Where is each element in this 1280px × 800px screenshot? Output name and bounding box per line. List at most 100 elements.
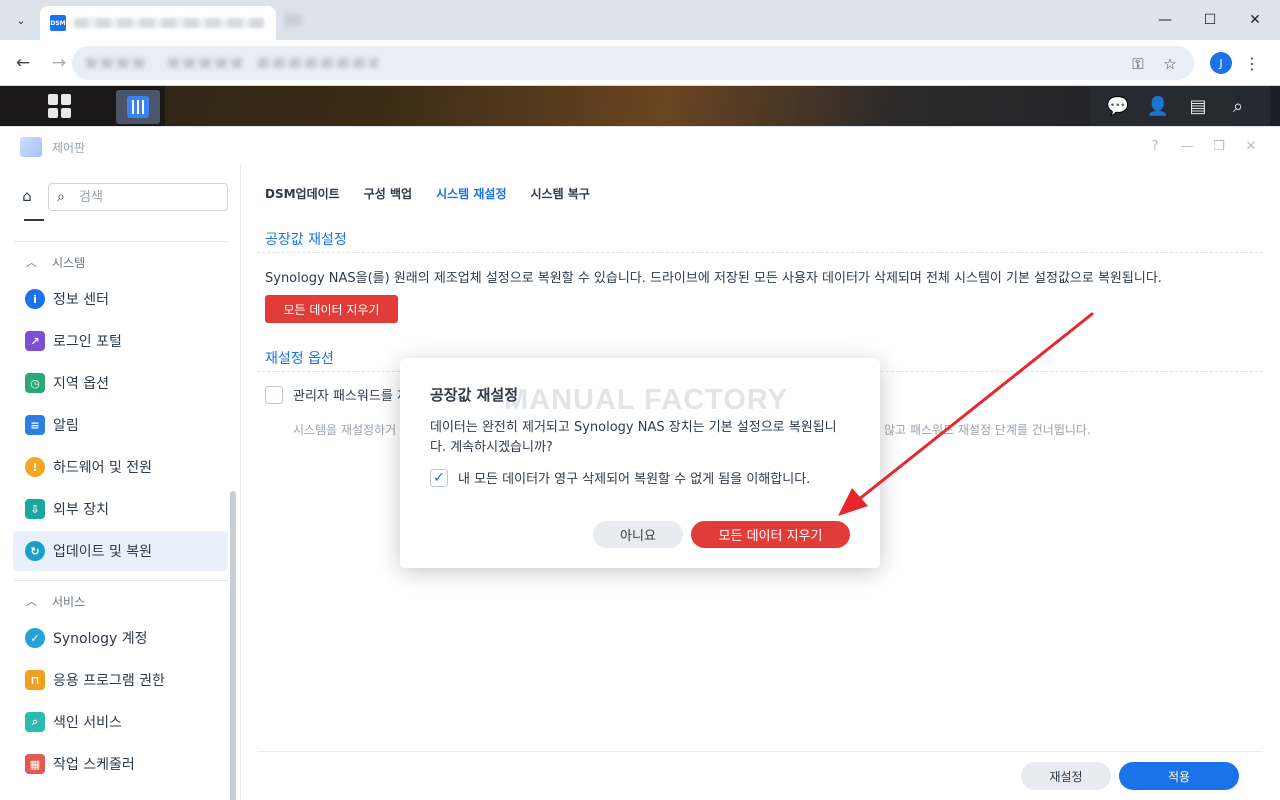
search-input[interactable]: [79, 188, 219, 206]
help-icon[interactable]: ?: [1146, 137, 1164, 155]
window-titlebar: 제어판 ? — ❐ ✕: [0, 127, 1280, 165]
main-menu-grid-icon[interactable]: [48, 94, 72, 118]
tab-system-reset[interactable]: 시스템 재설정: [436, 185, 506, 205]
section-title: 서비스: [52, 594, 86, 609]
menu-kebab-icon[interactable]: ⋮: [1244, 52, 1260, 74]
home-icon[interactable]: ⌂: [14, 183, 40, 209]
reset-password-checkbox[interactable]: [265, 385, 283, 404]
sidebar-scrollbar[interactable]: [230, 491, 236, 800]
control-panel-taskbar-button[interactable]: [116, 90, 160, 124]
calendar-icon: ▦: [25, 754, 45, 774]
notification-icon: ≡: [25, 415, 45, 435]
minimize-icon[interactable]: —: [1178, 137, 1196, 155]
checkmark-icon: ✓: [433, 469, 445, 486]
sidebar-item-app-privileges[interactable]: ⊓ 응용 프로그램 권한: [13, 660, 228, 700]
sidebar-item-label: 알림: [53, 418, 79, 434]
cancel-button[interactable]: 아니요: [593, 521, 683, 548]
confirm-understand-option[interactable]: ✓ 내 모든 데이터가 영구 삭제되어 복원할 수 없게 됨을 이해합니다.: [430, 468, 810, 487]
sidebar-item-label: 로그인 포털: [53, 334, 122, 350]
tab-search-button[interactable]: ⌄: [8, 8, 34, 32]
sidebar-item-region[interactable]: ◷ 지역 옵션: [13, 363, 228, 403]
divider: [14, 580, 228, 581]
chat-icon[interactable]: 💬: [1106, 94, 1130, 118]
info-icon: i: [25, 289, 45, 309]
sidebar-item-info-center[interactable]: i 정보 센터: [13, 279, 228, 319]
window-title: 제어판: [52, 141, 86, 155]
bookmark-star-icon[interactable]: ☆: [1160, 54, 1180, 74]
factory-reset-description: Synology NAS을(를) 원래의 제조업체 설정으로 복원할 수 있습니…: [265, 271, 1162, 286]
confirm-checkbox[interactable]: ✓: [430, 468, 448, 487]
back-arrow-icon[interactable]: ←: [10, 50, 36, 76]
search-icon: ⌕: [57, 189, 65, 205]
divider: [257, 252, 1263, 253]
sidebar-item-label: 작업 스케줄러: [53, 757, 135, 773]
divider: [14, 241, 228, 242]
maximize-icon[interactable]: ☐: [1195, 8, 1225, 32]
helper-text: 시스템을 재설정하거: [293, 423, 397, 437]
key-icon[interactable]: ⚿: [1128, 54, 1148, 74]
forward-arrow-icon[interactable]: →: [46, 50, 72, 76]
control-panel-icon: [20, 137, 42, 157]
sidebar-item-login-portal[interactable]: ↗ 로그인 포털: [13, 321, 228, 361]
bulb-icon: !: [25, 457, 45, 477]
sidebar-item-label: 지역 옵션: [53, 376, 109, 392]
chevron-up-icon: ︿: [26, 256, 37, 269]
new-tab-button[interactable]: [284, 14, 302, 26]
tab-system-recovery[interactable]: 시스템 복구: [530, 185, 589, 205]
sidebar-item-task-scheduler[interactable]: ▦ 작업 스케줄러: [13, 744, 228, 784]
section-header-services[interactable]: ︿ 서비스: [26, 591, 85, 611]
external-device-icon: ⇩: [25, 499, 45, 519]
tab-bar: DSM업데이트 구성 백업 시스템 재설정 시스템 복구: [265, 185, 614, 205]
dsm-favicon: DSM: [50, 15, 66, 31]
reset-options-title: 재설정 옵션: [265, 351, 334, 367]
sidebar-item-external-devices[interactable]: ⇩ 외부 장치: [13, 489, 228, 529]
index-icon: ⌕: [25, 712, 45, 732]
search-icon[interactable]: ⌕: [1226, 94, 1250, 118]
login-portal-icon: ↗: [25, 331, 45, 351]
tab-dsm-update[interactable]: DSM업데이트: [265, 185, 340, 205]
divider: [257, 751, 1263, 752]
close-icon[interactable]: ✕: [1240, 8, 1270, 32]
helper-text: 않고 패스워드 재설정 단계를 건너뜁니다.: [884, 423, 1091, 437]
close-icon[interactable]: ✕: [1242, 137, 1260, 155]
lock-icon: ⊓: [25, 670, 45, 690]
url-redacted: [168, 58, 242, 68]
profile-avatar[interactable]: J: [1210, 52, 1232, 74]
watermark: MANUAL FACTORY: [504, 384, 789, 416]
sidebar-item-indexing-service[interactable]: ⌕ 색인 서비스: [13, 702, 228, 742]
region-icon: ◷: [25, 373, 45, 393]
restore-icon[interactable]: ❐: [1210, 137, 1228, 155]
sidebar-item-label: 하드웨어 및 전원: [53, 460, 153, 476]
chevron-up-icon: ︿: [26, 595, 37, 608]
widgets-icon[interactable]: ▤: [1186, 94, 1210, 118]
sidebar-item-label: 업데이트 및 복원: [53, 544, 153, 560]
address-bar[interactable]: ⚿ ☆: [72, 46, 1194, 80]
section-header-system[interactable]: ︿ 시스템: [26, 252, 85, 272]
scroll-indicator: [24, 219, 44, 221]
sidebar-item-notification[interactable]: ≡ 알림: [13, 405, 228, 445]
sidebar-item-label: 색인 서비스: [53, 715, 122, 731]
search-field[interactable]: ⌕: [48, 183, 228, 211]
reset-button[interactable]: 재설정: [1021, 762, 1111, 790]
account-icon: ✓: [25, 628, 45, 648]
minimize-icon[interactable]: —: [1150, 8, 1180, 32]
erase-all-data-button[interactable]: 모든 데이터 지우기: [265, 295, 398, 323]
confirm-erase-button[interactable]: 모든 데이터 지우기: [691, 521, 850, 548]
tab-title-redacted: [74, 18, 264, 28]
user-icon[interactable]: 👤: [1146, 94, 1170, 118]
tab-config-backup[interactable]: 구성 백업: [364, 185, 412, 205]
sidebar-item-hardware-power[interactable]: ! 하드웨어 및 전원: [13, 447, 228, 487]
url-redacted: [86, 58, 146, 68]
confirm-checkbox-label: 내 모든 데이터가 영구 삭제되어 복원할 수 없게 됨을 이해합니다.: [458, 472, 811, 487]
browser-tab[interactable]: DSM: [40, 6, 276, 40]
control-panel-icon: [127, 96, 149, 118]
sidebar-item-update-restore[interactable]: ↻ 업데이트 및 복원: [13, 531, 228, 571]
url-redacted: [258, 58, 378, 68]
dialog-title: 공장값 재설정: [430, 386, 519, 404]
update-restore-icon: ↻: [25, 541, 45, 561]
sidebar-item-label: 외부 장치: [53, 502, 109, 518]
apply-button[interactable]: 적용: [1119, 762, 1239, 790]
sidebar: ⌂ ⌕ ︿ 시스템 i 정보 센터 ↗ 로그인 포털 ◷ 지역 옵션 ≡ 알림 …: [0, 165, 241, 800]
sidebar-item-synology-account[interactable]: ✓ Synology 계정: [13, 618, 228, 658]
browser-tab-bar: ⌄ DSM — ☐ ✕: [0, 0, 1280, 40]
